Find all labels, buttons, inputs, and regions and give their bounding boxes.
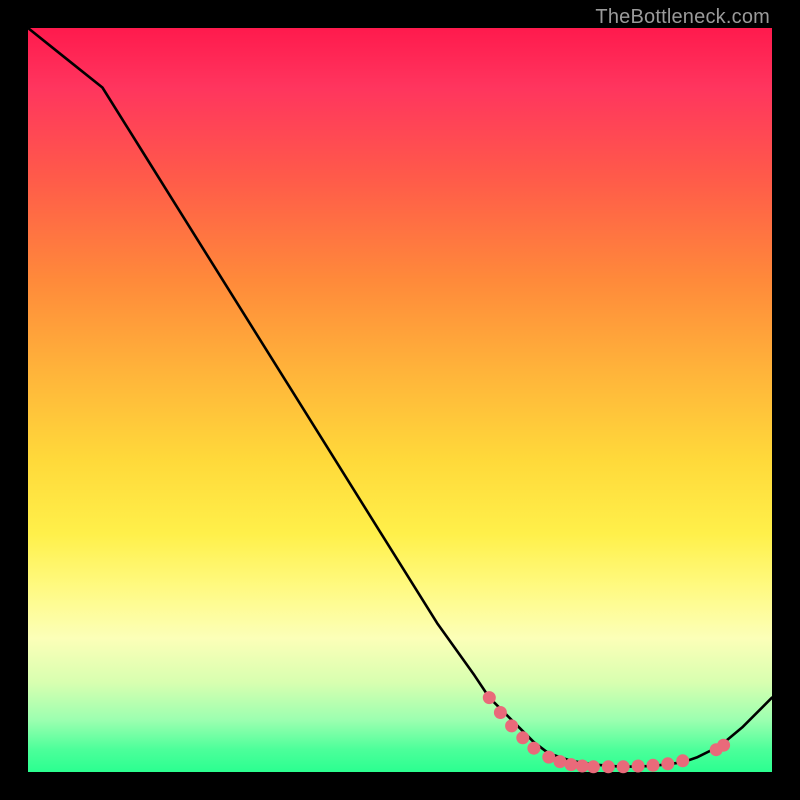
curve-marker <box>516 731 529 744</box>
curve-marker <box>565 758 578 771</box>
curve-markers <box>483 691 730 773</box>
curve-marker <box>554 755 567 768</box>
curve-layer <box>28 28 772 772</box>
chart-frame: TheBottleneck.com <box>0 0 800 800</box>
watermark-text: TheBottleneck.com <box>595 6 770 29</box>
curve-marker <box>717 739 730 752</box>
curve-marker <box>505 719 518 732</box>
curve-marker <box>576 760 589 773</box>
curve-marker <box>527 742 540 755</box>
curve-marker <box>647 759 660 772</box>
curve-marker <box>542 751 555 764</box>
curve-marker <box>632 760 645 773</box>
curve-marker <box>494 706 507 719</box>
curve-marker <box>661 757 674 770</box>
curve-marker <box>483 691 496 704</box>
curve-marker <box>587 760 600 773</box>
curve-marker <box>676 754 689 767</box>
curve-marker <box>617 760 630 773</box>
plot-area <box>28 28 772 772</box>
bottleneck-curve <box>28 28 772 767</box>
curve-marker <box>602 760 615 773</box>
